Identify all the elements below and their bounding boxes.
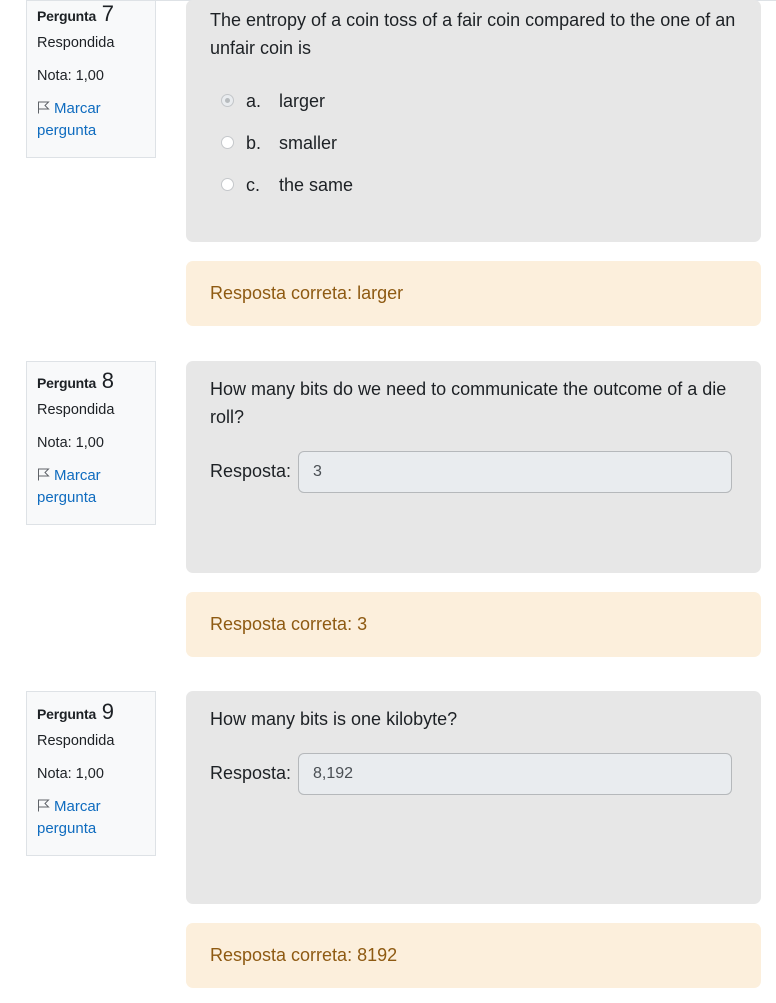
question-number-heading: Pergunta 8 <box>37 368 114 393</box>
question-info-9: Pergunta 9 Respondida Nota: 1,00 Marcar … <box>26 691 156 856</box>
correct-answer-feedback-7: Resposta correta: larger <box>186 261 761 326</box>
question-content-9: How many bits is one kilobyte? Resposta:… <box>186 691 761 904</box>
correct-answer-feedback-9: Resposta correta: 8192 <box>186 923 761 988</box>
flag-icon <box>38 101 50 114</box>
question-state: Respondida <box>37 35 115 51</box>
answer-option-c[interactable]: c. the same <box>210 164 737 206</box>
flag-question-link[interactable]: Marcar pergunta <box>37 791 145 850</box>
question-state: Respondida <box>37 402 115 418</box>
answer-input[interactable]: 8,192 <box>298 753 732 795</box>
question-number-heading: Pergunta 9 <box>37 699 114 724</box>
question-grade: Nota: 1,00 <box>37 766 104 782</box>
answer-option-a[interactable]: a. larger <box>210 80 737 122</box>
radio-button[interactable] <box>221 136 234 149</box>
answer-row: Resposta: 3 <box>210 451 737 495</box>
question-text: How many bits is one kilobyte? <box>210 709 458 729</box>
question-content-7: The entropy of a coin toss of a fair coi… <box>186 0 761 242</box>
question-content-8: How many bits do we need to communicate … <box>186 361 761 573</box>
answer-label: Resposta: <box>210 763 292 783</box>
question-info-8: Pergunta 8 Respondida Nota: 1,00 Marcar … <box>26 361 156 525</box>
question-info-7: Pergunta 7 Respondida Nota: 1,00 Marcar … <box>26 0 156 158</box>
question-grade: Nota: 1,00 <box>37 68 104 84</box>
flag-question-link[interactable]: Marcar pergunta <box>37 460 145 519</box>
question-text: How many bits do we need to communicate … <box>210 379 727 427</box>
answer-label: Resposta: <box>210 461 292 481</box>
question-grade: Nota: 1,00 <box>37 435 104 451</box>
flag-icon <box>38 799 50 812</box>
answer-option-b[interactable]: b. smaller <box>210 122 737 164</box>
answer-row: Resposta: 8,192 <box>210 753 737 797</box>
flag-icon <box>38 468 50 481</box>
flag-question-link[interactable]: Marcar pergunta <box>37 93 145 152</box>
radio-button[interactable] <box>221 178 234 191</box>
radio-button[interactable] <box>221 94 234 107</box>
correct-answer-feedback-8: Resposta correta: 3 <box>186 592 761 657</box>
question-state: Respondida <box>37 733 115 749</box>
answer-input[interactable]: 3 <box>298 451 732 493</box>
question-text: The entropy of a coin toss of a fair coi… <box>210 10 736 58</box>
question-number-heading: Pergunta 7 <box>37 1 114 26</box>
